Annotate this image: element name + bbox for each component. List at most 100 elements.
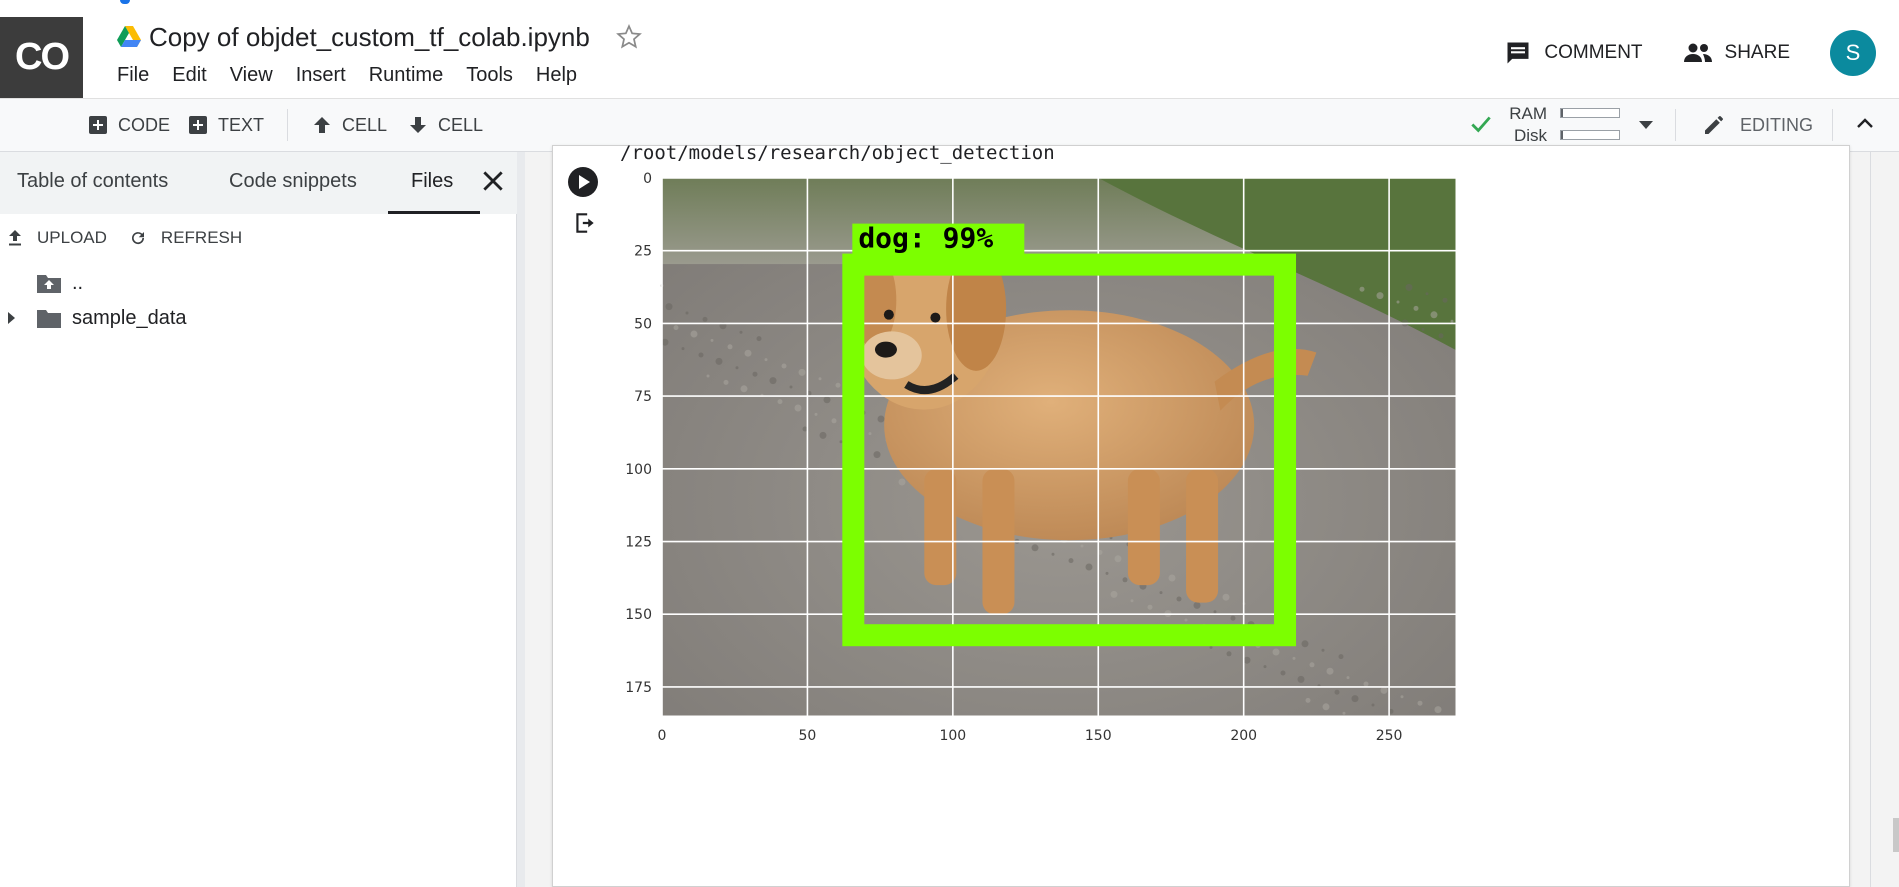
pencil-icon [1705, 116, 1723, 134]
gravel-speck [1263, 665, 1267, 669]
file-item-sample-data[interactable]: sample_data [6, 301, 187, 335]
caret-right-icon[interactable] [6, 311, 16, 325]
gravel-speck [710, 338, 714, 342]
refresh-button[interactable]: REFRESH [129, 228, 242, 248]
gravel-speck [1405, 283, 1413, 291]
y-tick-label: 150 [625, 607, 652, 623]
title-row: Copy of objdet_custom_tf_colab.ipynb [117, 17, 642, 57]
add-text-button[interactable]: TEXT [188, 99, 264, 151]
gravel-speck [1400, 695, 1404, 699]
menu-file[interactable]: File [117, 64, 149, 87]
gravel-speck [706, 374, 710, 378]
x-tick-label: 100 [939, 728, 966, 744]
close-icon[interactable] [480, 168, 506, 194]
avatar[interactable]: S [1830, 30, 1876, 76]
google-drive-icon[interactable] [117, 26, 141, 48]
dog-eye [883, 309, 894, 320]
toolbar-divider [287, 109, 288, 141]
menu-runtime[interactable]: Runtime [369, 64, 443, 87]
y-tick-label: 100 [625, 462, 652, 478]
add-code-button[interactable]: CODE [88, 99, 170, 151]
gravel-speck [1351, 695, 1359, 703]
move-cell-up-button[interactable]: CELL [312, 99, 387, 151]
resource-labels[interactable]: RAM Disk [1508, 103, 1547, 147]
refresh-label: REFRESH [160, 228, 243, 247]
caret-down-icon[interactable] [1638, 120, 1654, 130]
gravel-speck [1434, 706, 1442, 714]
gravel-speck [1413, 305, 1419, 311]
editing-label: EDITING [1740, 114, 1814, 135]
side-panel-tabs: Table of contents Code snippets Files [0, 152, 517, 214]
gravel-speck [740, 385, 748, 393]
ram-usage-bar [1560, 108, 1620, 118]
panel-resize-handle[interactable] [517, 152, 525, 887]
editing-mode-button[interactable]: EDITING [1702, 99, 1813, 151]
output-action-icon[interactable] [572, 210, 598, 236]
upload-button[interactable]: UPLOAD [7, 228, 107, 248]
gravel-speck [1226, 651, 1232, 657]
gravel-speck [715, 357, 723, 365]
gravel-speck [698, 352, 704, 358]
scrollbar-thumb[interactable] [1893, 818, 1899, 852]
gravel-speck [1085, 563, 1093, 571]
check-icon [1471, 116, 1491, 133]
move-cell-down-button[interactable]: CELL [408, 99, 483, 151]
menu-tools[interactable]: Tools [466, 64, 513, 87]
menu-help[interactable]: Help [536, 64, 577, 87]
file-item-parent[interactable]: .. [36, 266, 83, 300]
gravel-speck [1051, 552, 1055, 556]
y-tick-label: 75 [634, 389, 652, 405]
colab-logo[interactable]: CO [0, 17, 83, 98]
gravel-speck [1168, 574, 1176, 582]
menu-edit[interactable]: Edit [172, 64, 206, 87]
share-button[interactable]: SHARE [1683, 41, 1790, 65]
gravel-speck [1280, 670, 1286, 676]
gravel-speck [1130, 599, 1134, 603]
toolbar-divider [1832, 109, 1833, 141]
dog-nose [874, 341, 897, 358]
gravel-speck [1338, 654, 1344, 660]
tab-code-snippets[interactable]: Code snippets [229, 170, 357, 193]
x-tick-label: 150 [1085, 728, 1112, 744]
gravel-speck [1430, 311, 1438, 319]
run-cell-button[interactable] [567, 166, 599, 198]
plus-box-icon [189, 116, 207, 134]
notebook-title[interactable]: Copy of objdet_custom_tf_colab.ipynb [149, 22, 590, 53]
menu-insert[interactable]: Insert [296, 64, 346, 87]
chevron-up-icon[interactable] [1854, 113, 1876, 135]
gravel-speck [685, 311, 689, 315]
gravel-speck [764, 358, 768, 362]
gravel-speck [781, 363, 787, 369]
tab-files[interactable]: Files [411, 170, 453, 193]
folder-icon [37, 310, 61, 328]
tab-table-of-contents[interactable]: Table of contents [17, 170, 168, 193]
star-icon[interactable] [615, 24, 642, 50]
x-tick-label: 250 [1376, 728, 1403, 744]
gravel-speck [839, 440, 843, 444]
folder-up-icon [37, 275, 61, 293]
y-tick-label: 125 [625, 535, 652, 551]
menu-view[interactable]: View [230, 64, 273, 87]
gravel-speck [1068, 558, 1074, 564]
comment-button[interactable]: COMMENT [1504, 39, 1643, 67]
active-tab-indicator [388, 211, 480, 214]
gravel-speck [1159, 591, 1163, 595]
y-tick-label: 175 [625, 680, 652, 696]
disk-usage-bar [1560, 130, 1620, 140]
add-code-label: CODE [118, 114, 171, 135]
gravel-speck [789, 385, 793, 389]
move-down-label: CELL [438, 114, 484, 135]
gravel-speck [898, 478, 906, 486]
gravel-speck [665, 303, 673, 311]
gravel-speck [756, 336, 762, 342]
gravel-speck [735, 366, 739, 370]
gravel-speck [1417, 700, 1423, 706]
gutter-divider [1870, 152, 1871, 887]
gravel-speck [1346, 676, 1350, 680]
gravel-speck [1305, 697, 1311, 703]
file-item-label: .. [72, 271, 84, 294]
side-panel: Table of contents Code snippets Files UP… [0, 152, 517, 887]
gravel-speck [1209, 645, 1213, 649]
gravel-speck [1322, 703, 1330, 711]
gravel-speck [1396, 300, 1400, 304]
